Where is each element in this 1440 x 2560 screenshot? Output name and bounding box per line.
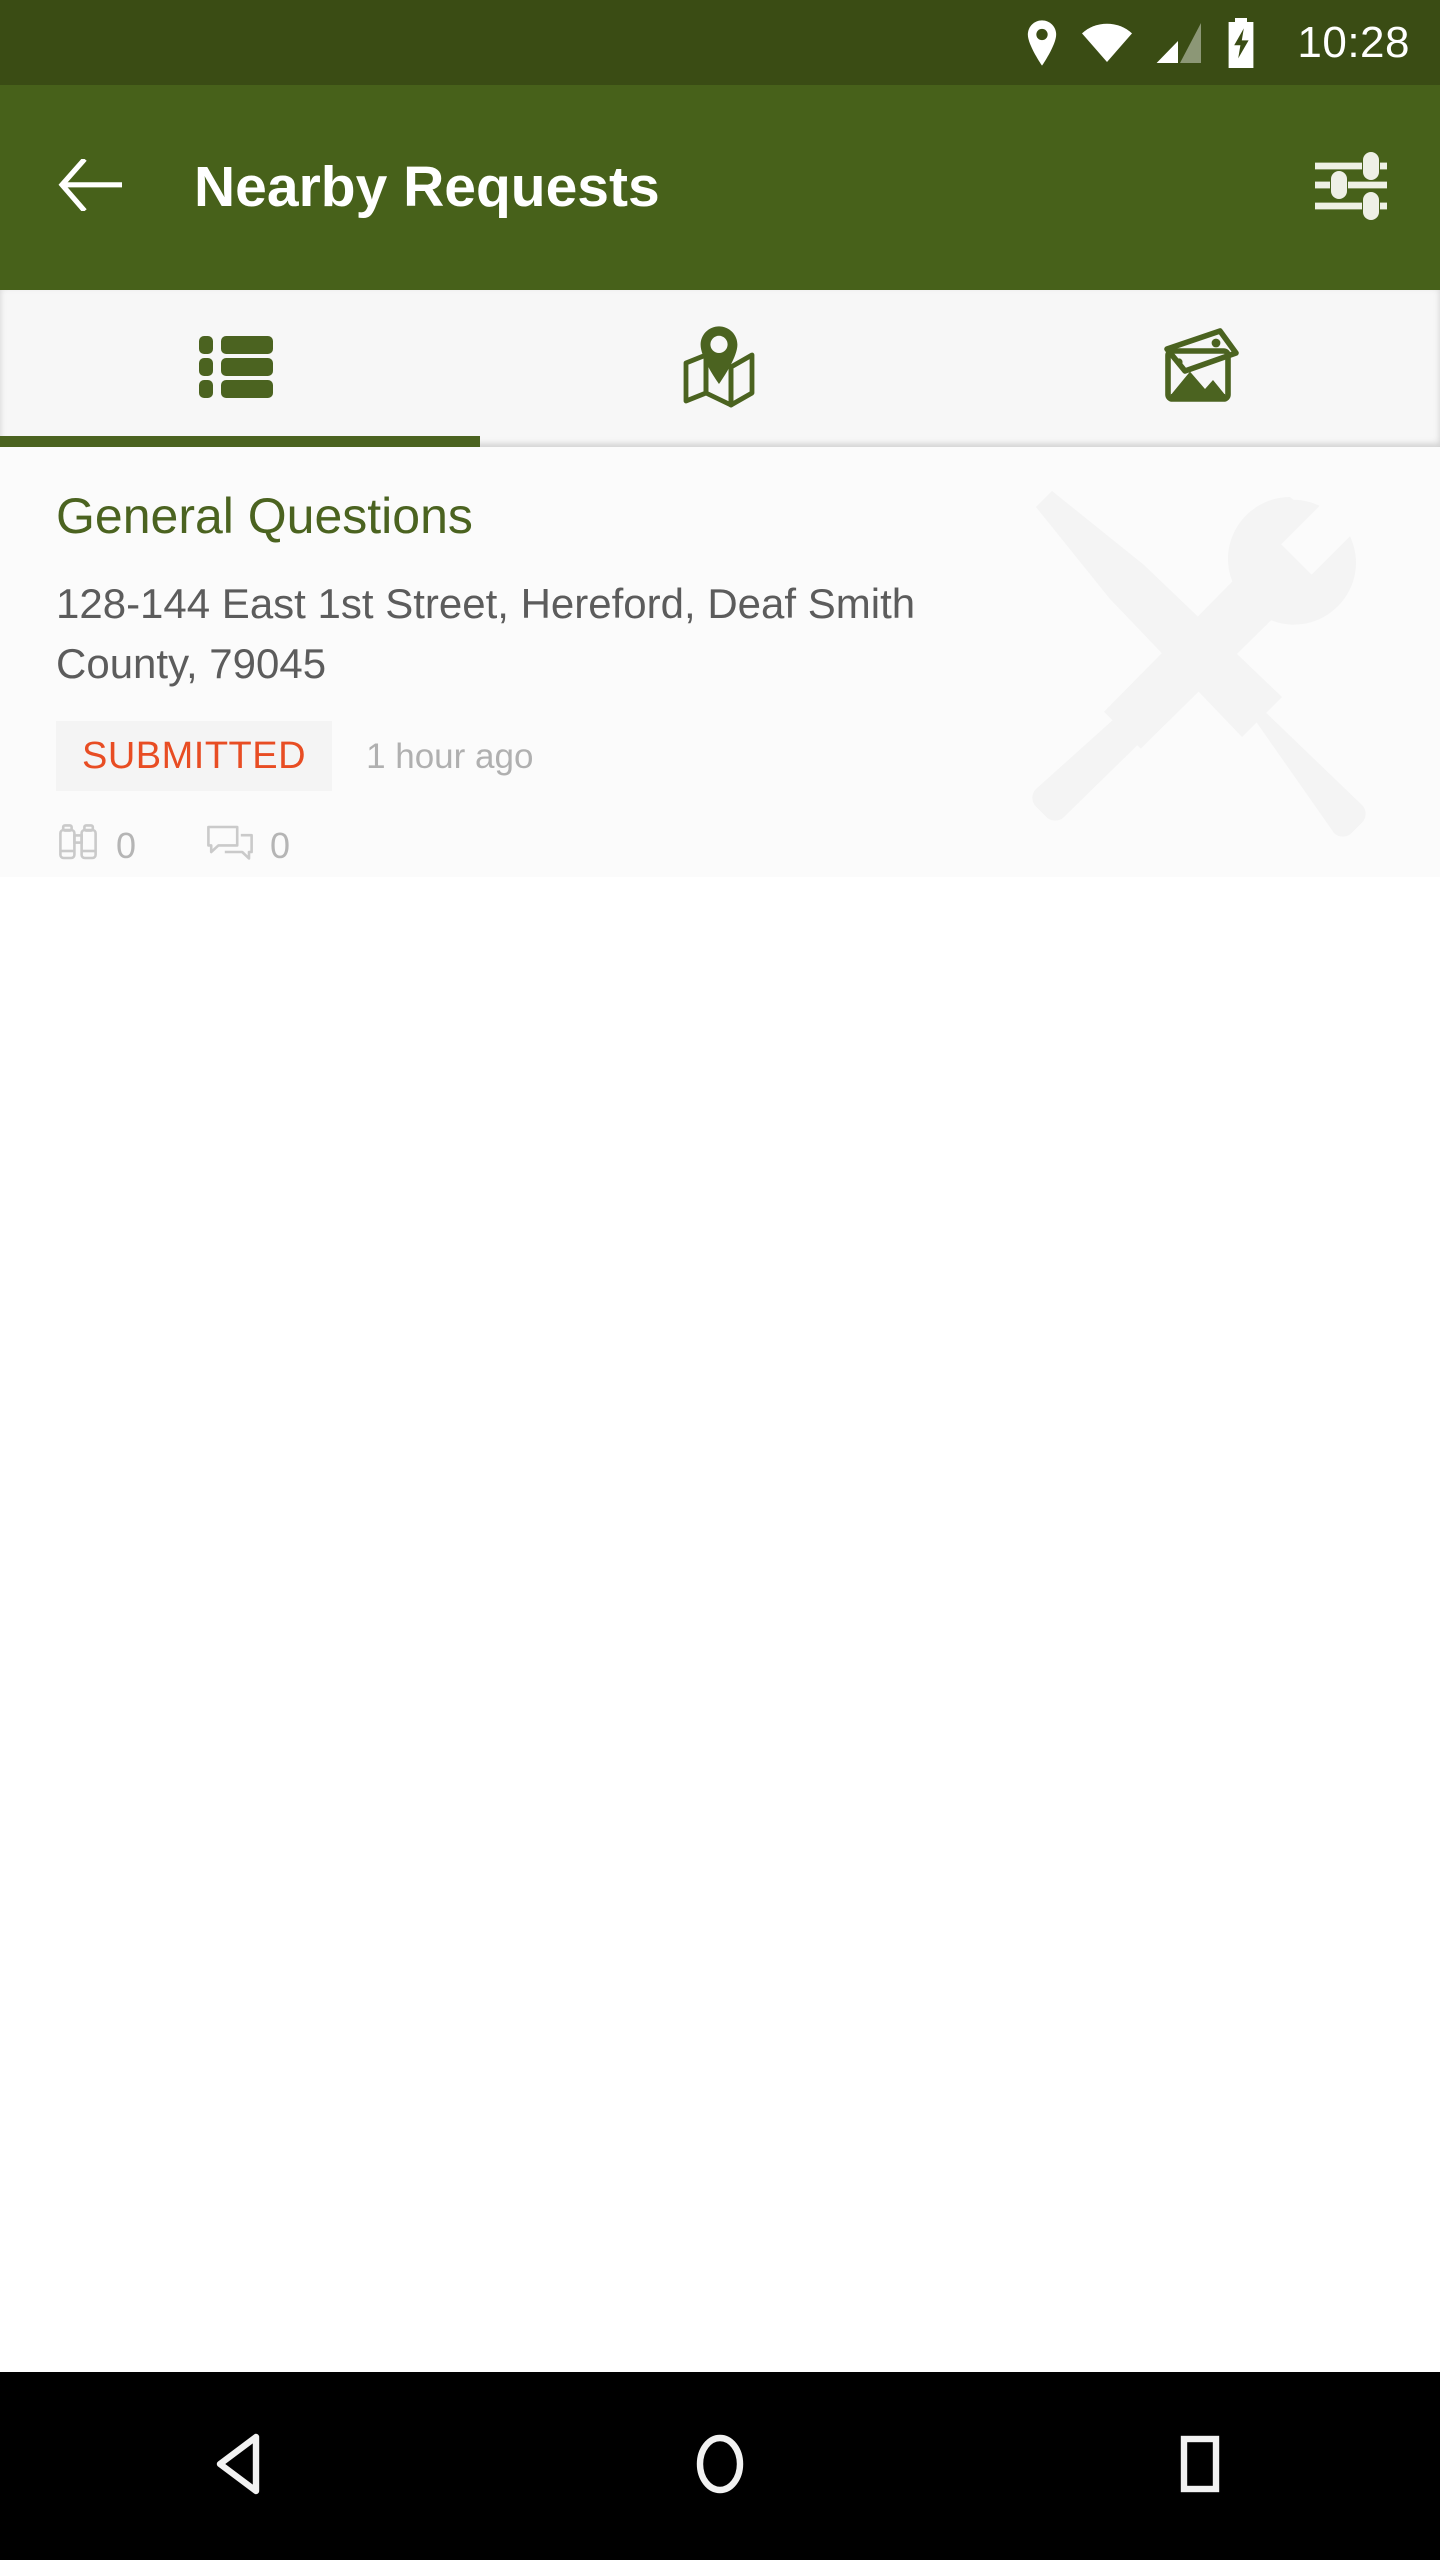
nav-home-circle-icon	[692, 2433, 748, 2500]
request-list: General Questions 128-144 East 1st Stree…	[0, 447, 1440, 2372]
nav-recents-square-icon	[1175, 2434, 1225, 2499]
list-item[interactable]: General Questions 128-144 East 1st Stree…	[0, 447, 1440, 877]
location-icon	[1025, 19, 1059, 66]
status-bar-icons: 10:28	[1025, 17, 1410, 68]
battery-charging-icon	[1225, 17, 1259, 68]
map-pin-icon	[678, 324, 762, 413]
list-view-icon	[197, 330, 283, 407]
request-title: General Questions	[56, 488, 473, 544]
binoculars-icon	[56, 821, 100, 870]
tab-list[interactable]	[0, 290, 480, 447]
wifi-icon	[1081, 23, 1133, 63]
photo-gallery-icon	[1156, 328, 1244, 409]
back-button[interactable]	[56, 153, 126, 223]
tab-map[interactable]	[480, 290, 960, 447]
comment-count: 0	[270, 824, 291, 866]
filter-sliders-icon	[1311, 149, 1391, 226]
comment-bubbles-icon	[206, 822, 254, 869]
nav-back-button[interactable]	[160, 2401, 320, 2531]
comment-count-group: 0	[206, 822, 290, 869]
status-bar: 10:28	[0, 0, 1440, 85]
filter-button[interactable]	[1308, 145, 1394, 231]
watch-count-group: 0	[56, 821, 136, 870]
page-title: Nearby Requests	[194, 155, 660, 219]
cellular-signal-icon	[1155, 22, 1203, 64]
app-bar: Nearby Requests	[0, 85, 1440, 290]
request-meta-row: SUBMITTED 1 hour ago	[56, 721, 1384, 792]
nav-back-triangle-icon	[212, 2433, 268, 2500]
status-badge: SUBMITTED	[56, 721, 333, 792]
request-timestamp: 1 hour ago	[366, 736, 534, 776]
request-address: 128-144 East 1st Street, Hereford, Deaf …	[56, 580, 916, 687]
watch-count: 0	[116, 824, 137, 866]
status-bar-clock: 10:28	[1297, 17, 1410, 67]
card-content: General Questions 128-144 East 1st Stree…	[56, 489, 1384, 870]
tab-bar	[0, 290, 1440, 447]
nav-recents-button[interactable]	[1120, 2401, 1280, 2531]
tab-photos[interactable]	[960, 290, 1440, 447]
request-stats: 0 0	[56, 807, 1384, 870]
nav-home-button[interactable]	[640, 2401, 800, 2531]
arrow-left-icon	[58, 157, 124, 216]
tab-active-indicator	[0, 436, 480, 447]
android-nav-bar	[0, 2372, 1440, 2560]
